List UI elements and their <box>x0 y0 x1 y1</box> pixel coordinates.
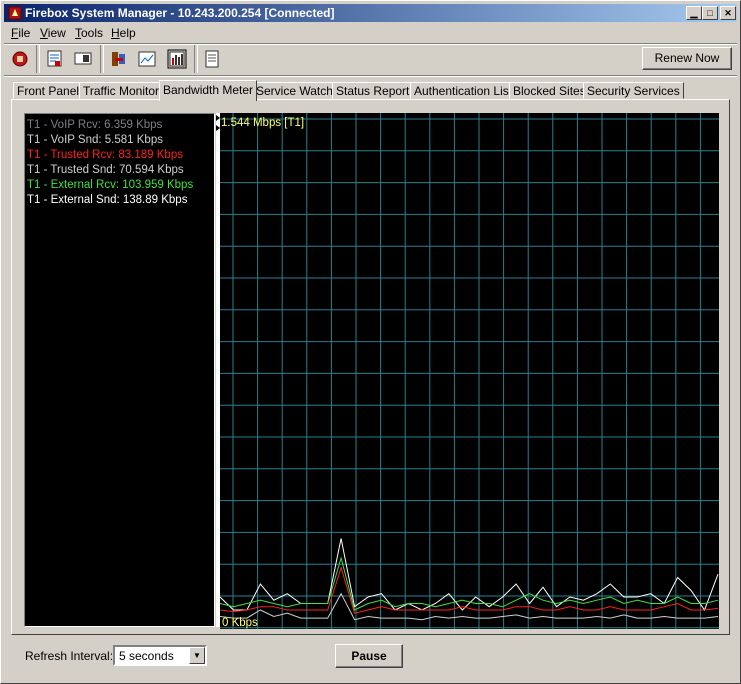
series-line-2 <box>220 565 719 614</box>
menu-file[interactable]: File <box>11 26 30 40</box>
document-icon[interactable] <box>202 49 222 69</box>
series-line-3 <box>220 592 719 621</box>
series-line-1 <box>220 556 719 611</box>
app-window: Firebox System Manager - 10.243.200.254 … <box>0 0 741 684</box>
bandwidth-icon[interactable] <box>167 49 187 69</box>
chevron-down-icon[interactable]: ▼ <box>189 647 205 664</box>
title-bar[interactable]: Firebox System Manager - 10.243.200.254 … <box>4 4 737 22</box>
firebox-icon <box>8 6 22 20</box>
window-title: Firebox System Manager - 10.243.200.254 … <box>25 6 335 20</box>
report-icon[interactable] <box>45 49 65 69</box>
bandwidth-graph-svg <box>220 113 719 629</box>
tab-blocked-sites[interactable]: Blocked Sites <box>509 82 590 99</box>
legend-external-rcv: T1 - External Rcv: 103.959 Kbps <box>27 179 194 191</box>
tools-icon[interactable] <box>109 49 129 69</box>
pause-button[interactable]: Pause <box>335 644 403 668</box>
legend-voip-rcv: T1 - VoIP Rcv: 6.359 Kbps <box>27 119 163 131</box>
menu-help[interactable]: Help <box>111 26 136 40</box>
toolbar-separator <box>36 45 40 73</box>
tab-service-watch[interactable]: Service Watch <box>252 82 337 99</box>
tab-traffic-monitor[interactable]: Traffic Monitor <box>79 82 164 99</box>
legend-external-snd: T1 - External Snd: 138.89 Kbps <box>27 194 188 206</box>
refresh-interval-label: Refresh Interval: <box>25 649 114 663</box>
menu-tools[interactable]: Tools <box>75 26 103 40</box>
toolbar-separator <box>100 45 104 73</box>
legend-trusted-rcv: T1 - Trusted Rcv: 83.189 Kbps <box>27 149 183 161</box>
refresh-interval-select[interactable]: 5 seconds ▼ <box>113 645 207 666</box>
screen-icon[interactable] <box>73 49 93 69</box>
legend-pane: T1 - VoIP Rcv: 6.359 Kbps T1 - VoIP Snd:… <box>24 113 215 627</box>
toolbar-separator <box>194 45 198 73</box>
menu-bar: File View Tools Help <box>4 24 737 42</box>
series-line-0 <box>220 538 719 612</box>
graph-max-label: 1.544 Mbps [T1] <box>221 117 305 129</box>
tab-authentication-list[interactable]: Authentication List <box>410 82 517 99</box>
close-button[interactable]: ✕ <box>720 6 736 20</box>
maximize-button[interactable]: □ <box>702 6 718 20</box>
toolbar-top-divider <box>4 43 737 45</box>
refresh-interval-value: 5 seconds <box>119 649 174 663</box>
menu-view[interactable]: View <box>40 26 66 40</box>
stop-icon[interactable] <box>10 49 30 69</box>
tab-front-panel[interactable]: Front Panel <box>13 82 84 99</box>
legend-voip-snd: T1 - VoIP Snd: 5.581 Kbps <box>27 134 163 146</box>
bandwidth-graph <box>220 113 719 629</box>
renew-now-button[interactable]: Renew Now <box>642 47 732 70</box>
graph-min-label: 0 Kbps <box>222 617 258 629</box>
chart-window-icon[interactable] <box>137 49 157 69</box>
legend-trusted-snd: T1 - Trusted Snd: 70.594 Kbps <box>27 164 184 176</box>
tab-bandwidth-meter[interactable]: Bandwidth Meter <box>159 80 258 101</box>
tab-security-services[interactable]: Security Services <box>583 82 684 99</box>
toolbar-bottom-divider <box>4 75 737 77</box>
tab-status-report[interactable]: Status Report <box>332 82 414 99</box>
minimize-button[interactable]: ▁ <box>686 6 702 20</box>
